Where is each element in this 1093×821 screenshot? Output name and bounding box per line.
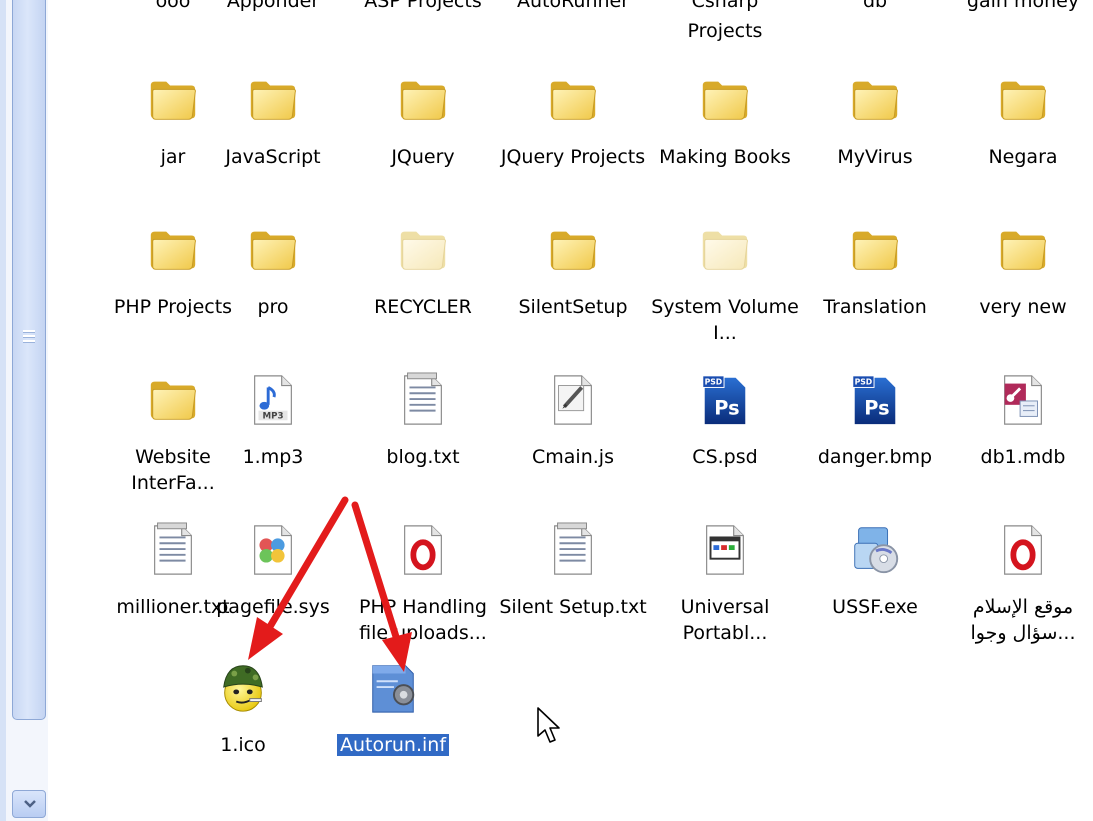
hidden-folder-icon[interactable] [697, 222, 753, 278]
photoshop-file-icon[interactable]: PSD Ps [847, 372, 903, 428]
icon-grid: jar JavaScript JQuery JQuery Projects Making… [48, 0, 1093, 821]
text-file-icon[interactable] [545, 522, 601, 578]
file-label[interactable]: MyVirus [800, 144, 950, 170]
folder-icon[interactable] [145, 222, 201, 278]
text-file-icon[interactable] [395, 372, 451, 428]
file-label[interactable]: JavaScript [198, 144, 348, 170]
folder-icon[interactable] [145, 372, 201, 428]
svg-text:Ps: Ps [864, 396, 889, 419]
file-label[interactable]: db1.mdb [948, 444, 1093, 470]
folder-icon[interactable] [995, 222, 1051, 278]
system-file-icon[interactable] [245, 522, 301, 578]
vertical-scrollbar[interactable] [0, 0, 48, 821]
scrollbar-track[interactable] [0, 0, 6, 821]
folder-icon[interactable] [847, 72, 903, 128]
file-label[interactable]: Translation [800, 294, 950, 320]
svg-text:PSD: PSD [855, 378, 873, 387]
file-label[interactable]: very new [948, 294, 1093, 320]
file-label[interactable]: Silent Setup.txt [498, 594, 648, 620]
file-label[interactable]: PHP Handling file uploads... [348, 594, 498, 646]
folder-icon[interactable] [245, 72, 301, 128]
file-label[interactable]: JQuery [348, 144, 498, 170]
folder-icon[interactable] [545, 72, 601, 128]
mp3-file-icon[interactable]: MP3 [245, 372, 301, 428]
file-label[interactable]: Cmain.js [498, 444, 648, 470]
text-file-icon[interactable] [145, 522, 201, 578]
mouse-pointer-icon [537, 707, 560, 743]
file-label[interactable]: Making Books [650, 144, 800, 170]
file-label[interactable]: JQuery Projects [498, 144, 648, 170]
config-file-icon[interactable] [365, 660, 421, 716]
file-label[interactable]: USSF.exe [800, 594, 950, 620]
file-label[interactable]: System Volume I... [650, 294, 800, 346]
photoshop-file-icon[interactable]: PSD Ps [697, 372, 753, 428]
file-label[interactable]: blog.txt [348, 444, 498, 470]
thumb-grip [23, 335, 35, 338]
svg-text:PSD: PSD [705, 378, 723, 387]
thumb-grip [23, 330, 35, 333]
file-label[interactable]: pro [198, 294, 348, 320]
thumb-grip [23, 340, 35, 343]
file-label[interactable]: Negara [948, 144, 1093, 170]
folder-icon[interactable] [847, 222, 903, 278]
file-label[interactable]: CS.psd [650, 444, 800, 470]
folder-icon[interactable] [545, 222, 601, 278]
folder-icon[interactable] [395, 72, 451, 128]
file-label[interactable]: 1.mp3 [198, 444, 348, 470]
folder-icon[interactable] [697, 72, 753, 128]
folder-icon[interactable] [245, 222, 301, 278]
svg-text:Ps: Ps [714, 396, 739, 419]
file-label[interactable]: pagefile.sys [198, 594, 348, 620]
file-label[interactable]: Universal Portabl... [650, 594, 800, 646]
svg-text:MP3: MP3 [262, 411, 283, 421]
opera-html-icon[interactable] [995, 522, 1051, 578]
hidden-folder-icon[interactable] [395, 222, 451, 278]
file-label[interactable]: Autorun.inf [318, 732, 468, 758]
scroll-down-button[interactable] [12, 790, 46, 818]
smiley-soldier-icon[interactable] [215, 660, 271, 716]
chevron-down-icon [24, 800, 36, 808]
html-page-icon[interactable] [697, 522, 753, 578]
folder-icon[interactable] [995, 72, 1051, 128]
folder-icon[interactable] [145, 72, 201, 128]
scrollbar-thumb[interactable] [12, 0, 46, 720]
installer-exe-icon[interactable] [847, 522, 903, 578]
access-database-icon[interactable] [995, 372, 1051, 428]
file-label[interactable]: SilentSetup [498, 294, 648, 320]
opera-html-icon[interactable] [395, 522, 451, 578]
script-file-icon[interactable] [545, 372, 601, 428]
file-label[interactable]: موقع الإسلام سؤال وجوا... [948, 594, 1093, 646]
file-label[interactable]: RECYCLER [348, 294, 498, 320]
file-label[interactable]: 1.ico [168, 732, 318, 758]
file-label[interactable]: danger.bmp [800, 444, 950, 470]
